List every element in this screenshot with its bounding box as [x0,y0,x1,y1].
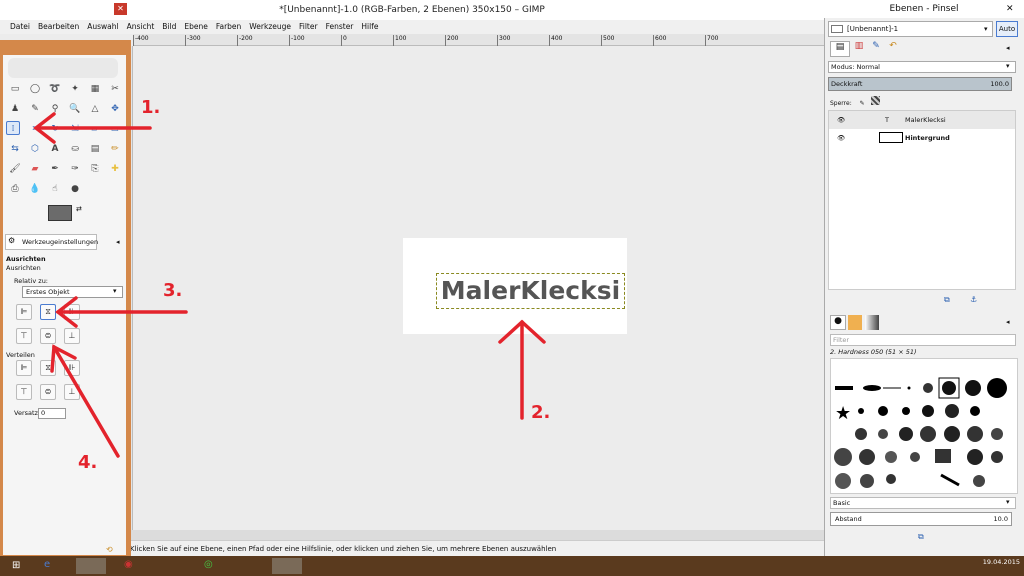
lock-row: Sperre: ✎ [830,96,880,107]
layer-row[interactable]: 👁 T MalerKlecksi [829,111,1015,129]
tab-menu-icon[interactable]: ◂ [1006,318,1010,326]
eye-icon[interactable]: 👁 [837,111,845,129]
tab-layers[interactable]: ▤ [830,41,850,57]
tab-gradients[interactable] [865,315,879,330]
close-icon[interactable]: ✕ [1006,4,1014,14]
dock-title: Ebenen - Pinsel [824,0,1024,18]
svg-text:★: ★ [835,403,851,424]
auto-button[interactable]: Auto [996,21,1018,37]
chrome-icon[interactable]: ◎ [204,559,213,570]
opacity-value: 100.0 [990,80,1009,88]
tab-menu-icon[interactable]: ◂ [1006,44,1010,52]
opacity-label: Deckkraft [831,80,863,88]
brush-action-icon[interactable]: ⧉ [918,532,924,542]
layer-row[interactable]: 👁 Hintergrund [829,129,1015,147]
brush-previews: ★ [834,377,1007,489]
annotation-1: 1. [141,97,161,118]
layer-name: Hintergrund [905,134,950,142]
taskbar-date: 19.04.2015 [982,558,1020,566]
taskbar-gimp[interactable] [272,558,302,574]
brush-name: 2. Hardness 050 (51 × 51) [830,348,917,356]
tab-patterns[interactable] [848,315,862,330]
spacing-value: 10.0 [993,515,1008,523]
spacing-slider[interactable]: Abstand 10.0 [830,512,1012,526]
windows-start-icon[interactable]: ⊞ [12,560,20,571]
layer-mode-select[interactable]: Modus: Normal [828,61,1016,73]
app-icon[interactable]: ◉ [124,559,133,570]
chevron-down-icon: ▾ [1006,62,1010,70]
opacity-slider[interactable]: Deckkraft 100.0 [828,77,1012,91]
annotation-3: 3. [163,280,183,301]
tab-undo[interactable]: ↶ [885,41,901,57]
ie-icon[interactable]: e [44,559,50,570]
chevron-down-icon: ▾ [984,25,988,33]
tab-brushes[interactable]: ● [830,315,846,330]
image-select-value: [Unbenannt]-1 [847,25,899,33]
image-select[interactable]: [Unbenannt]-1 [828,21,993,37]
text-layer-icon: T [885,116,889,124]
lock-label: Sperre: [830,100,852,107]
layer-name: MalerKlecksi [905,116,946,124]
duplicate-layer-icon[interactable]: ⧉ [944,295,950,305]
image-thumbnail-icon [831,25,843,33]
taskbar-explorer[interactable] [76,558,106,574]
spacing-label: Abstand [835,515,862,523]
annotation-4: 4. [78,452,98,473]
tab-channels[interactable]: ▥ [851,41,867,57]
arrow-4 [52,345,120,458]
layer-thumbnail [879,132,903,143]
tab-paths[interactable]: ✎ [868,41,884,57]
annotation-arrows [33,112,546,458]
anchor-layer-icon[interactable]: ⚓ [970,295,977,304]
annotation-2: 2. [531,402,551,423]
lock-alpha-icon[interactable] [870,96,880,105]
eye-icon[interactable]: 👁 [837,129,845,147]
brush-tag-select[interactable]: Basic [830,497,1016,509]
taskbar: ⊞ e ◉ ◎ 19.04.2015 [0,556,1024,576]
layers-list: 👁 T MalerKlecksi 👁 Hintergrund [828,110,1016,290]
brush-grid[interactable]: ★ [830,358,1018,494]
lock-pixels-icon[interactable]: ✎ [860,100,865,107]
chevron-down-icon: ▾ [1006,498,1010,506]
brush-filter-input[interactable]: Filter [830,334,1016,346]
